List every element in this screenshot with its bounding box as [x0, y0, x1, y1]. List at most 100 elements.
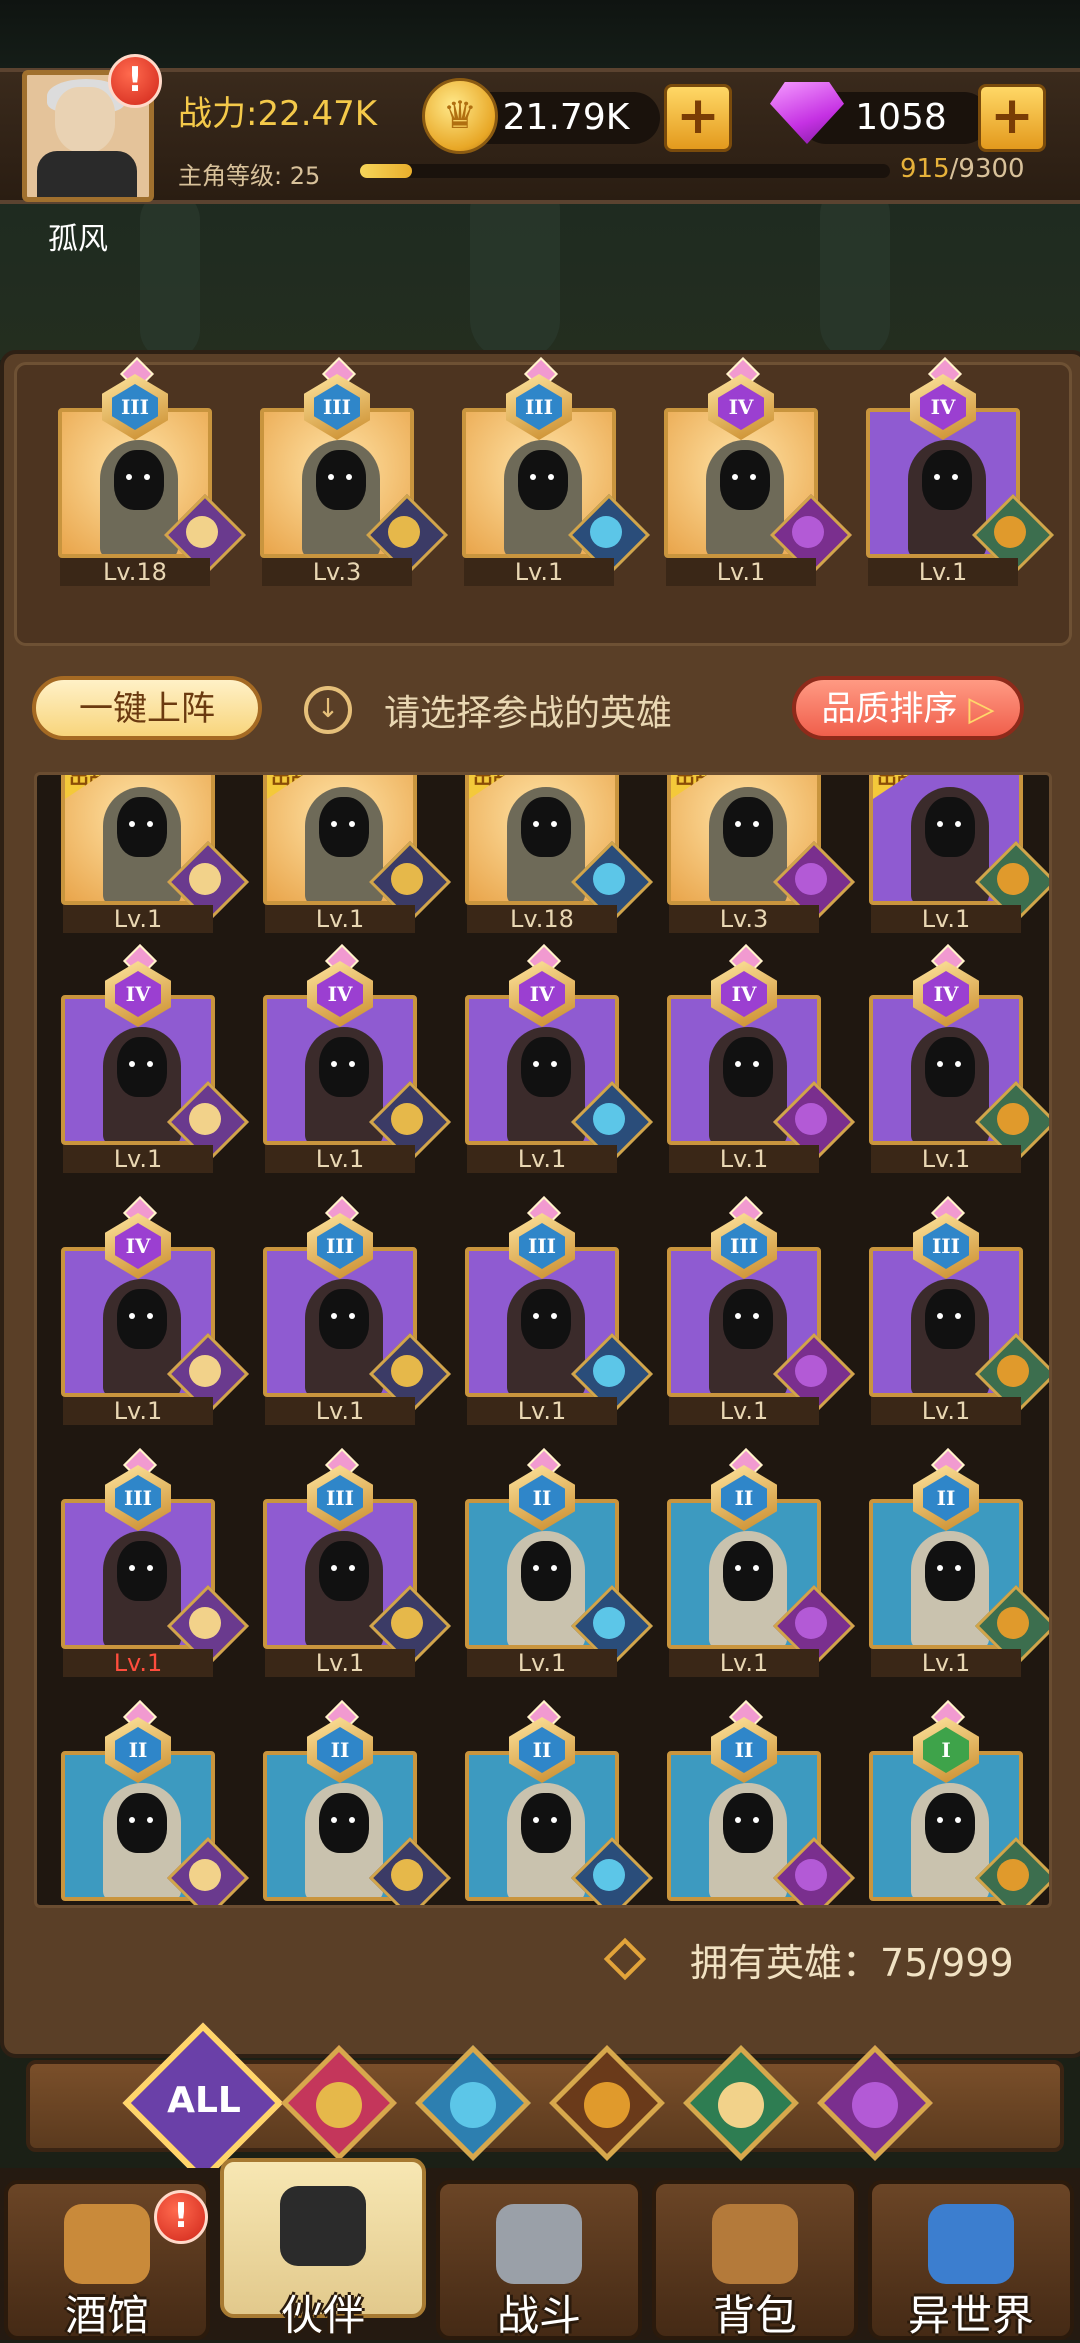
- hero-card[interactable]: 出战 Lv.18: [465, 775, 654, 933]
- hero-card[interactable]: II Lv.1: [667, 1448, 856, 1677]
- tavern-alert-icon: !: [154, 2190, 208, 2244]
- hero-card[interactable]: IV Lv.1: [263, 944, 452, 1173]
- gold-coin-icon: ♛: [422, 78, 498, 154]
- hero-roster[interactable]: 出战 Lv.1 出战 Lv.1 出战 Lv.18 出战 Lv.3 出战 Lv.1 IV Lv.1 IV L…: [34, 772, 1052, 1908]
- hero-card[interactable]: 出战 Lv.1: [263, 775, 452, 933]
- hero-card[interactable]: III Lv.1: [263, 1196, 452, 1425]
- hero-card[interactable]: II: [61, 1700, 250, 1905]
- hero-head: [521, 1793, 571, 1853]
- hero-eye: [331, 1565, 337, 1571]
- hero-card[interactable]: III Lv.1: [61, 1448, 250, 1677]
- faction-face-icon: [795, 1859, 827, 1891]
- hero-eye: [349, 1061, 355, 1067]
- hero-card[interactable]: IV Lv.1: [866, 357, 1055, 586]
- hero-eye: [346, 474, 352, 480]
- exp-bar: [360, 164, 890, 178]
- hero-card[interactable]: IV Lv.1: [61, 944, 250, 1173]
- hero-eye: [533, 1313, 539, 1319]
- hero-eye: [533, 1565, 539, 1571]
- hero-card[interactable]: I: [869, 1700, 1049, 1905]
- owned-heroes-count: 拥有英雄：75/999: [690, 1941, 1014, 1985]
- add-gold-button[interactable]: +: [664, 84, 732, 152]
- rank-numeral: IV: [115, 1223, 161, 1269]
- hero-level: Lv.1: [666, 558, 816, 586]
- hero-card[interactable]: IV Lv.1: [465, 944, 654, 1173]
- hero-head: [925, 1793, 975, 1853]
- faction-face-icon: [997, 1607, 1029, 1639]
- hero-level: Lv.18: [60, 558, 210, 586]
- hero-card[interactable]: III Lv.18: [58, 357, 247, 586]
- faction-face-icon: [391, 1859, 423, 1891]
- hero-card[interactable]: III Lv.1: [462, 357, 651, 586]
- rank-numeral: IV: [115, 971, 161, 1017]
- rank-numeral: II: [519, 1475, 565, 1521]
- hero-card[interactable]: III Lv.3: [260, 357, 449, 586]
- hero-level: Lv.1: [669, 1397, 819, 1425]
- rank-numeral: III: [317, 1475, 363, 1521]
- hero-card[interactable]: IV Lv.1: [664, 357, 853, 586]
- hero-card[interactable]: II Lv.1: [869, 1448, 1049, 1677]
- hero-card[interactable]: III Lv.1: [465, 1196, 654, 1425]
- player-level: 主角等级: 25: [178, 162, 321, 190]
- hero-card[interactable]: II Lv.1: [465, 1448, 654, 1677]
- hero-head: [925, 1289, 975, 1349]
- hero-head: [521, 797, 571, 857]
- hero-eye: [147, 1313, 153, 1319]
- hero-level: Lv.1: [467, 1649, 617, 1677]
- faction-face-icon: [593, 1103, 625, 1135]
- beer-mug-icon: [64, 2204, 150, 2284]
- down-arrow-icon: ↓: [304, 686, 352, 734]
- exp-bar-fill: [360, 164, 412, 178]
- hero-eye: [144, 474, 150, 480]
- hero-card[interactable]: II: [263, 1700, 452, 1905]
- hero-card[interactable]: II: [667, 1700, 856, 1905]
- rank-numeral: III: [519, 1223, 565, 1269]
- hero-card[interactable]: 出战 Lv.3: [667, 775, 856, 933]
- hero-eye: [955, 1061, 961, 1067]
- hero-head: [319, 1793, 369, 1853]
- hero-level: Lv.1: [464, 558, 614, 586]
- hero-level: Lv.1: [265, 1649, 415, 1677]
- hero-eye: [735, 821, 741, 827]
- exp-total: /9300: [949, 154, 1025, 184]
- hero-level: Lv.1: [868, 558, 1018, 586]
- add-gem-button[interactable]: +: [978, 84, 1046, 152]
- faction-face-icon: [388, 516, 420, 548]
- nav-label: 战斗: [496, 2291, 581, 2340]
- hero-card[interactable]: IV Lv.1: [869, 944, 1049, 1173]
- hero-card[interactable]: III Lv.1: [869, 1196, 1049, 1425]
- hero-card[interactable]: III Lv.1: [667, 1196, 856, 1425]
- hero-level: Lv.1: [467, 1145, 617, 1173]
- hero-card[interactable]: 出战 Lv.1: [869, 775, 1049, 933]
- faction-face-icon: [391, 1355, 423, 1387]
- hero-head: [518, 450, 568, 510]
- faction-face-icon: [994, 516, 1026, 548]
- hero-card[interactable]: IV Lv.1: [61, 1196, 250, 1425]
- hero-head: [319, 1289, 369, 1349]
- quality-sort-button[interactable]: 品质排序 ▷: [792, 676, 1024, 740]
- rank-numeral: III: [112, 384, 158, 430]
- deployed-badge: 出战: [873, 775, 933, 799]
- rank-numeral: II: [115, 1727, 161, 1773]
- hero-head: [319, 1037, 369, 1097]
- nav-label: 伙伴: [280, 2291, 365, 2340]
- one-key-deploy-button[interactable]: 一键上阵: [32, 676, 262, 740]
- rank-numeral: III: [721, 1223, 767, 1269]
- hero-eye: [129, 1313, 135, 1319]
- hero-level: Lv.3: [669, 905, 819, 933]
- hero-card[interactable]: II: [465, 1700, 654, 1905]
- hero-card[interactable]: 出战 Lv.1: [61, 775, 250, 933]
- hero-head: [720, 450, 770, 510]
- hero-head: [319, 1541, 369, 1601]
- hero-eye: [126, 474, 132, 480]
- hero-eye: [331, 1061, 337, 1067]
- hero-head: [922, 450, 972, 510]
- deployed-badge: 出战: [671, 775, 731, 799]
- hero-head: [319, 797, 369, 857]
- hero-eye: [129, 1565, 135, 1571]
- hero-card[interactable]: IV Lv.1: [667, 944, 856, 1173]
- exp-current: 915: [900, 154, 950, 184]
- hero-eye: [955, 821, 961, 827]
- hero-card[interactable]: III Lv.1: [263, 1448, 452, 1677]
- avatar-face: [55, 87, 115, 153]
